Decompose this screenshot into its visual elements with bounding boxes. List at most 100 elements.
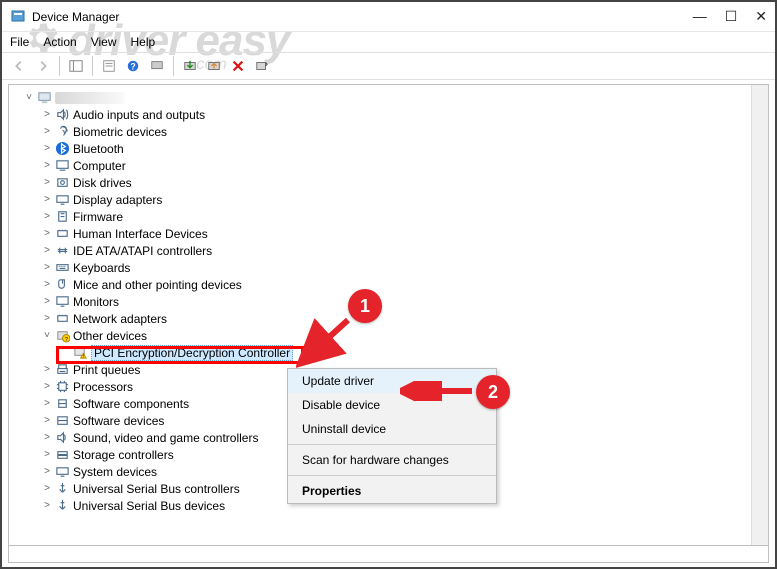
app-icon — [10, 9, 26, 25]
close-button[interactable]: ✕ — [755, 8, 767, 25]
show-hide-tree-button[interactable] — [65, 55, 87, 77]
tree-item[interactable]: >Audio inputs and outputs — [23, 106, 764, 123]
expand-icon[interactable]: > — [41, 143, 53, 154]
device-category-icon — [54, 124, 70, 140]
root-label — [55, 92, 125, 104]
titlebar: Device Manager — ☐ ✕ — [2, 2, 775, 32]
device-category-icon — [54, 481, 70, 497]
device-category-icon — [54, 192, 70, 208]
tree-item[interactable]: > Monitors — [23, 293, 764, 310]
expand-icon[interactable]: > — [41, 211, 53, 222]
expand-icon[interactable]: > — [41, 160, 53, 171]
device-category-icon — [54, 311, 70, 327]
svg-text:?: ? — [130, 62, 135, 72]
expand-icon[interactable]: > — [41, 296, 53, 307]
tree-item-child[interactable]: !PCI Encryption/Decryption Controller — [23, 344, 764, 361]
device-category-icon — [54, 175, 70, 191]
tree-item-label: Universal Serial Bus devices — [73, 499, 225, 513]
device-category-icon — [54, 277, 70, 293]
collapse-icon[interactable]: ˅ — [23, 92, 35, 103]
device-category-icon: ? — [54, 328, 70, 344]
properties-button[interactable] — [98, 55, 120, 77]
annotation-arrow-1 — [296, 312, 356, 372]
toolbar-separator — [92, 56, 93, 76]
ctx-separator — [288, 475, 496, 476]
expand-icon[interactable]: > — [41, 483, 53, 494]
tree-item[interactable]: >Network adapters — [23, 310, 764, 327]
expand-icon[interactable]: > — [41, 364, 53, 375]
computer-icon — [36, 90, 52, 106]
tree-item-label: Display adapters — [73, 193, 162, 207]
tree-item-label: Sound, video and game controllers — [73, 431, 258, 445]
toolbar-separator — [59, 56, 60, 76]
update-driver-button[interactable] — [179, 55, 201, 77]
tree-root[interactable]: ˅ — [23, 89, 764, 106]
uninstall-button[interactable] — [227, 55, 249, 77]
menu-file[interactable]: File — [10, 35, 29, 49]
minimize-button[interactable]: — — [693, 8, 707, 25]
expand-icon[interactable]: > — [41, 466, 53, 477]
expand-icon[interactable]: > — [41, 415, 53, 426]
ctx-properties[interactable]: Properties — [288, 479, 496, 503]
tree-item-label: IDE ATA/ATAPI controllers — [73, 244, 212, 258]
maximize-button[interactable]: ☐ — [725, 8, 738, 25]
device-category-icon — [54, 209, 70, 225]
forward-button[interactable] — [32, 55, 54, 77]
expand-icon[interactable]: > — [41, 126, 53, 137]
expand-icon[interactable]: > — [41, 177, 53, 188]
device-category-icon — [54, 226, 70, 242]
tree-item[interactable]: >Computer — [23, 157, 764, 174]
tree-item[interactable]: >Keyboards — [23, 259, 764, 276]
expand-icon[interactable]: > — [41, 245, 53, 256]
device-category-icon — [54, 260, 70, 276]
toolbar: ? — [2, 52, 775, 80]
device-category-icon — [54, 141, 70, 157]
expand-icon[interactable]: > — [41, 381, 53, 392]
menu-action[interactable]: Action — [43, 35, 76, 49]
tree-item-label: Monitors — [73, 295, 119, 309]
tree-item[interactable]: > Disk drives — [23, 174, 764, 191]
disable-button[interactable] — [203, 55, 225, 77]
ctx-scan-hardware[interactable]: Scan for hardware changes — [288, 448, 496, 472]
tree-item[interactable]: >Biometric devices — [23, 123, 764, 140]
svg-text:!: ! — [82, 354, 83, 359]
scan-button[interactable] — [146, 55, 168, 77]
device-category-icon — [54, 430, 70, 446]
tree-item[interactable]: >Mice and other pointing devices — [23, 276, 764, 293]
device-category-icon — [54, 498, 70, 514]
tree-item[interactable]: >Human Interface Devices — [23, 225, 764, 242]
tree-item[interactable]: >Bluetooth — [23, 140, 764, 157]
tree-item-label: Disk drives — [73, 176, 132, 190]
ctx-uninstall-device[interactable]: Uninstall device — [288, 417, 496, 441]
expand-icon[interactable]: > — [41, 228, 53, 239]
annotation-arrow-2 — [400, 381, 478, 401]
expand-icon[interactable]: > — [41, 279, 53, 290]
tree-item[interactable]: ˅?Other devices — [23, 327, 764, 344]
tree-item-label: Processors — [73, 380, 133, 394]
toolbar-separator — [173, 56, 174, 76]
expand-icon[interactable]: > — [41, 262, 53, 273]
device-category-icon — [54, 464, 70, 480]
device-category-icon — [54, 158, 70, 174]
help-button[interactable]: ? — [122, 55, 144, 77]
menu-help[interactable]: Help — [131, 35, 156, 49]
tree-item-label: Universal Serial Bus controllers — [73, 482, 240, 496]
expand-icon[interactable]: > — [41, 109, 53, 120]
expand-icon[interactable]: > — [41, 398, 53, 409]
device-category-icon — [54, 413, 70, 429]
back-button[interactable] — [8, 55, 30, 77]
scan-hardware-button[interactable] — [251, 55, 273, 77]
menubar: File Action View Help — [2, 32, 775, 52]
expand-icon[interactable]: > — [41, 500, 53, 511]
menu-view[interactable]: View — [91, 35, 117, 49]
device-category-icon — [54, 379, 70, 395]
expand-icon[interactable]: > — [41, 194, 53, 205]
expand-icon[interactable]: > — [41, 313, 53, 324]
window-title: Device Manager — [32, 10, 119, 24]
tree-item[interactable]: > IDE ATA/ATAPI controllers — [23, 242, 764, 259]
expand-icon[interactable]: > — [41, 449, 53, 460]
collapse-icon[interactable]: ˅ — [41, 330, 53, 341]
tree-item[interactable]: >Firmware — [23, 208, 764, 225]
expand-icon[interactable]: > — [41, 432, 53, 443]
tree-item[interactable]: > Display adapters — [23, 191, 764, 208]
